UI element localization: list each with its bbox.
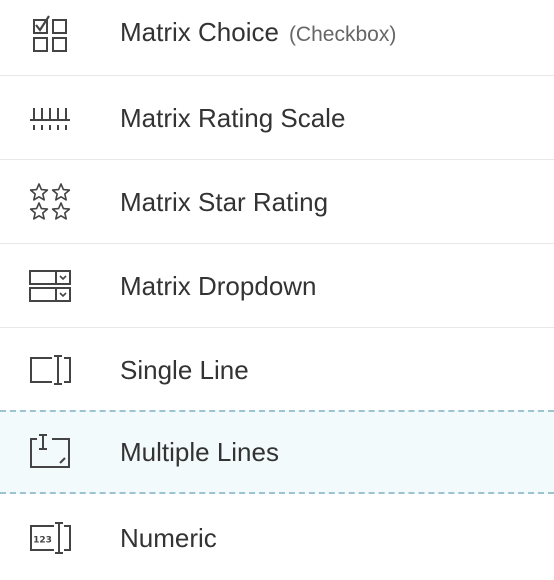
- matrix-dropdown-label: Matrix Dropdown: [120, 270, 317, 301]
- multiple-lines-item[interactable]: Multiple Lines: [0, 410, 554, 494]
- svg-text:123: 123: [33, 536, 52, 546]
- rating-scale-icon: [26, 94, 74, 142]
- single-line-item[interactable]: Single Line: [0, 328, 554, 412]
- matrix-choice-item[interactable]: Matrix Choice (Checkbox): [0, 0, 554, 76]
- single-line-icon: [26, 346, 74, 394]
- matrix-choice-icon: [26, 10, 74, 58]
- matrix-choice-sublabel: (Checkbox): [288, 23, 397, 46]
- matrix-rating-scale-item[interactable]: Matrix Rating Scale: [0, 76, 554, 160]
- dropdown-icon: [26, 262, 74, 310]
- matrix-rating-scale-label: Matrix Rating Scale: [120, 102, 346, 133]
- question-type-list: Matrix Choice (Checkbox) Matrix Rating Sc…: [0, 0, 554, 574]
- numeric-label: Numeric: [120, 523, 217, 553]
- matrix-choice-label: Matrix Choice: [120, 17, 279, 47]
- matrix-star-rating-label: Matrix Star Rating: [120, 186, 329, 217]
- matrix-star-rating-item[interactable]: Matrix Star Rating: [0, 160, 554, 244]
- numeric-item[interactable]: 123 Numeric: [0, 496, 554, 580]
- numeric-icon: 123: [26, 514, 74, 562]
- multiple-lines-label: Multiple Lines: [120, 437, 279, 467]
- multiple-lines-icon: [26, 428, 74, 476]
- star-rating-icon: [26, 178, 74, 226]
- matrix-dropdown-item[interactable]: Matrix Dropdown: [0, 244, 554, 328]
- single-line-label: Single Line: [120, 355, 249, 385]
